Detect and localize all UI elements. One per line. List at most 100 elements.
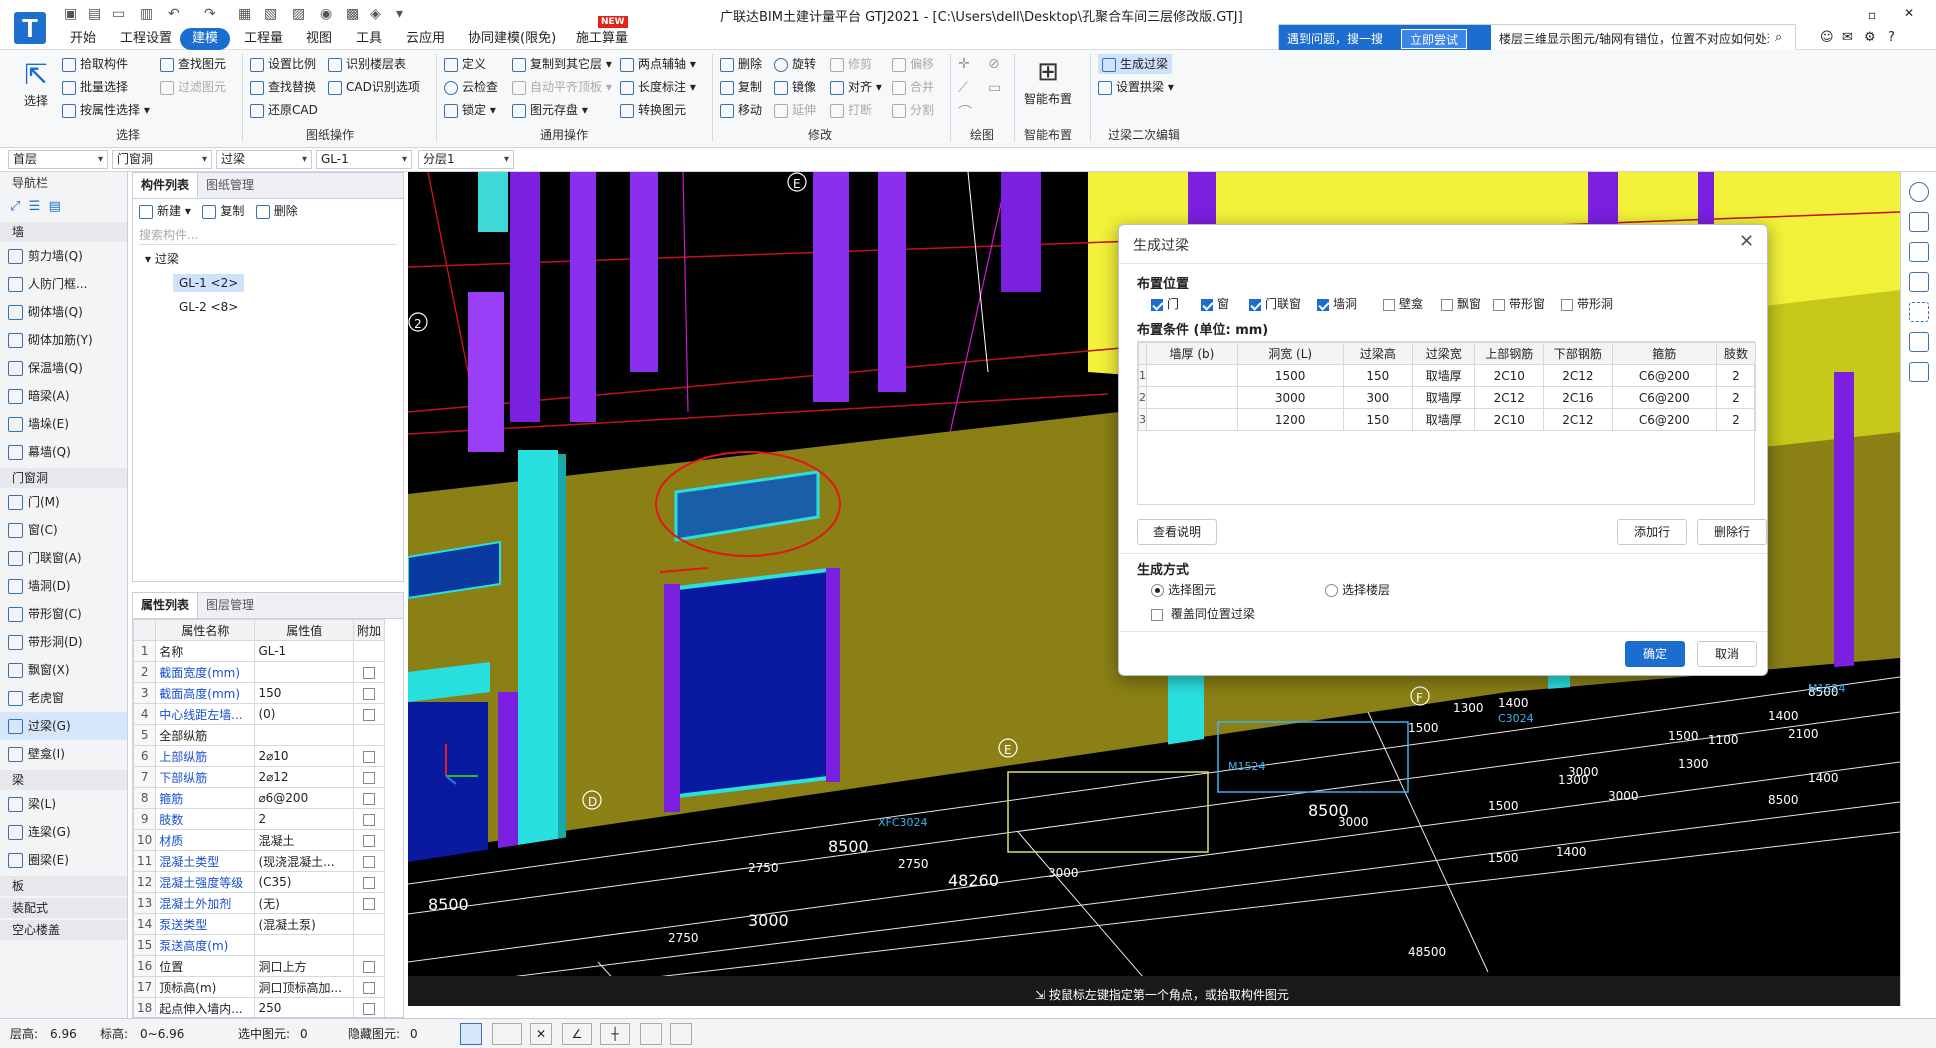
menu-project-settings[interactable]: 工程设置 xyxy=(110,28,182,50)
cover-same-position-checkbox[interactable]: 覆盖同位置过梁 xyxy=(1151,605,1255,622)
nav-item[interactable]: 墙洞(D) xyxy=(0,572,127,600)
property-extra-checkbox[interactable] xyxy=(362,771,375,784)
property-extra-checkbox[interactable] xyxy=(362,666,375,679)
cancel-button[interactable]: 取消 xyxy=(1697,641,1757,667)
radio-select-element[interactable]: 选择图元 xyxy=(1151,581,1216,598)
help-icon[interactable]: ? xyxy=(1888,30,1895,45)
property-value[interactable] xyxy=(254,661,354,683)
detail-icon[interactable]: ▤ xyxy=(49,199,61,214)
delete-row-button[interactable]: 删除行 xyxy=(1697,519,1767,545)
nav-item[interactable]: 砌体墙(Q) xyxy=(0,298,127,326)
condition-row[interactable]: 1 1500 150 取墙厚 2C10 2C12 C6@200 2 xyxy=(1138,364,1757,387)
nav-category[interactable]: 梁 xyxy=(0,770,127,790)
menu-collab[interactable]: 协同建模(限免) xyxy=(458,28,566,50)
property-row[interactable]: 5 全部纵筋 xyxy=(133,724,386,746)
view-icon[interactable]: ◈ xyxy=(370,6,381,22)
property-extra-checkbox[interactable] xyxy=(362,792,375,805)
break-button[interactable]: 打断 xyxy=(830,100,872,120)
property-extra-checkbox[interactable] xyxy=(362,813,375,826)
snap-dim-icon[interactable]: ┼ xyxy=(600,1023,630,1045)
condition-row[interactable]: 3 1200 150 取墙厚 2C10 2C12 C6@200 2 xyxy=(1138,408,1757,431)
nav-item[interactable]: 幕墙(Q) xyxy=(0,438,127,466)
snap-rect-icon[interactable] xyxy=(492,1023,522,1045)
pick-component-button[interactable]: 拾取构件 xyxy=(62,54,128,74)
grid-icon[interactable]: ▦ xyxy=(238,6,251,22)
property-extra[interactable] xyxy=(352,913,386,935)
user-icon[interactable]: ☺ xyxy=(1820,30,1834,45)
draw-arc-icon[interactable]: ⌒ xyxy=(958,102,972,122)
condition-cell[interactable]: 3000 xyxy=(1236,386,1344,409)
floor-select[interactable]: 首层 xyxy=(8,150,108,169)
menu-view[interactable]: 视图 xyxy=(296,28,342,50)
property-value[interactable]: GL-1 xyxy=(254,640,354,662)
property-row[interactable]: 8 箍筋 ⌀6@200 xyxy=(133,787,386,809)
position-checkbox[interactable]: 门联窗 xyxy=(1249,295,1301,312)
condition-cell[interactable]: 2 xyxy=(1715,364,1757,387)
property-extra-checkbox[interactable] xyxy=(362,834,375,847)
property-extra[interactable] xyxy=(352,829,386,851)
fit-view-icon[interactable] xyxy=(1908,302,1929,322)
property-extra-checkbox[interactable] xyxy=(362,687,375,700)
property-extra-checkbox[interactable] xyxy=(362,750,375,763)
radio-select-floor[interactable]: 选择楼层 xyxy=(1325,581,1390,598)
property-extra-checkbox[interactable] xyxy=(362,1002,375,1015)
property-row[interactable]: 12 混凝土强度等级 (C35) xyxy=(133,871,386,893)
position-checkbox[interactable]: 壁龛 xyxy=(1383,295,1423,312)
property-extra[interactable] xyxy=(352,682,386,704)
nav-category[interactable]: 装配式 xyxy=(0,898,127,918)
search-icon[interactable]: ⌕ xyxy=(1775,30,1782,45)
nav-category[interactable]: 空心楼盖 xyxy=(0,920,127,940)
condition-cell[interactable]: C6@200 xyxy=(1611,386,1717,409)
chat-icon[interactable]: ✉ xyxy=(1842,30,1853,45)
property-extra[interactable] xyxy=(352,850,386,872)
menu-start[interactable]: 开始 xyxy=(60,28,106,50)
property-row[interactable]: 7 下部纵筋 2⌀12 xyxy=(133,766,386,788)
tree-root[interactable]: ▾ 过梁 xyxy=(133,247,403,271)
extend-button[interactable]: 延伸 xyxy=(774,100,816,120)
draw-point-icon[interactable]: ✛ xyxy=(958,56,970,72)
category-select[interactable]: 门窗洞 xyxy=(112,150,212,169)
align-button[interactable]: 对齐 ▾ xyxy=(830,77,882,97)
eye-icon[interactable]: ◉ xyxy=(320,6,332,22)
property-value[interactable]: (0) xyxy=(254,703,354,725)
layer-select[interactable]: 分层1 xyxy=(418,150,514,169)
try-now-button[interactable]: 立即尝试 xyxy=(1401,29,1468,49)
property-extra[interactable] xyxy=(352,661,386,683)
select-button[interactable]: ⇱ 选择 xyxy=(20,58,52,109)
auto-align-button[interactable]: 自动平齐顶板 ▾ xyxy=(512,77,612,97)
condition-cell[interactable]: 2 xyxy=(1715,408,1757,431)
property-row[interactable]: 2 截面宽度(mm) xyxy=(133,661,386,683)
nav-item[interactable]: 保温墙(Q) xyxy=(0,354,127,382)
convert-element-button[interactable]: 转换图元 xyxy=(620,100,686,120)
tree-item-gl1[interactable]: GL-1 <2> xyxy=(133,271,403,295)
property-extra[interactable] xyxy=(352,808,386,830)
view-description-button[interactable]: 查看说明 xyxy=(1137,519,1217,545)
condition-cell[interactable]: C6@200 xyxy=(1611,364,1717,387)
save-as-icon[interactable]: ▥ xyxy=(140,6,153,22)
condition-cell[interactable] xyxy=(1146,364,1238,387)
copy-component-button[interactable]: 复制 xyxy=(202,204,244,219)
nav-item[interactable]: 墙垛(E) xyxy=(0,410,127,438)
condition-cell[interactable]: 2C12 xyxy=(1474,386,1545,409)
draw-forbid-icon[interactable]: ⊘ xyxy=(988,56,1000,72)
save-element-button[interactable]: 图元存盘 ▾ xyxy=(512,100,588,120)
nav-item[interactable]: 人防门框... xyxy=(0,270,127,298)
property-row[interactable]: 4 中心线距左墙... (0) xyxy=(133,703,386,725)
find-replace-button[interactable]: 查找替换 xyxy=(250,77,316,97)
property-value[interactable]: 混凝土 xyxy=(254,829,354,851)
condition-row[interactable]: 2 3000 300 取墙厚 2C12 2C16 C6@200 2 xyxy=(1138,386,1757,409)
property-value[interactable]: 250 xyxy=(254,997,354,1017)
new-component-button[interactable]: 新建 ▾ xyxy=(139,204,191,219)
offset-button[interactable]: 偏移 xyxy=(892,54,934,74)
define-button[interactable]: 定义 xyxy=(444,54,486,74)
nav-item[interactable]: 门(M) xyxy=(0,488,127,516)
restore-cad-button[interactable]: 还原CAD xyxy=(250,100,318,120)
condition-cell[interactable]: 1200 xyxy=(1236,408,1344,431)
position-checkbox[interactable]: 门 xyxy=(1151,295,1179,312)
property-extra-checkbox[interactable] xyxy=(362,960,375,973)
snap-ortho-icon[interactable] xyxy=(460,1023,482,1045)
property-value[interactable] xyxy=(254,934,354,956)
batch-select-button[interactable]: 批量选择 xyxy=(62,77,128,97)
property-extra[interactable] xyxy=(352,934,386,956)
property-value[interactable]: 洞口上方 xyxy=(254,955,354,977)
